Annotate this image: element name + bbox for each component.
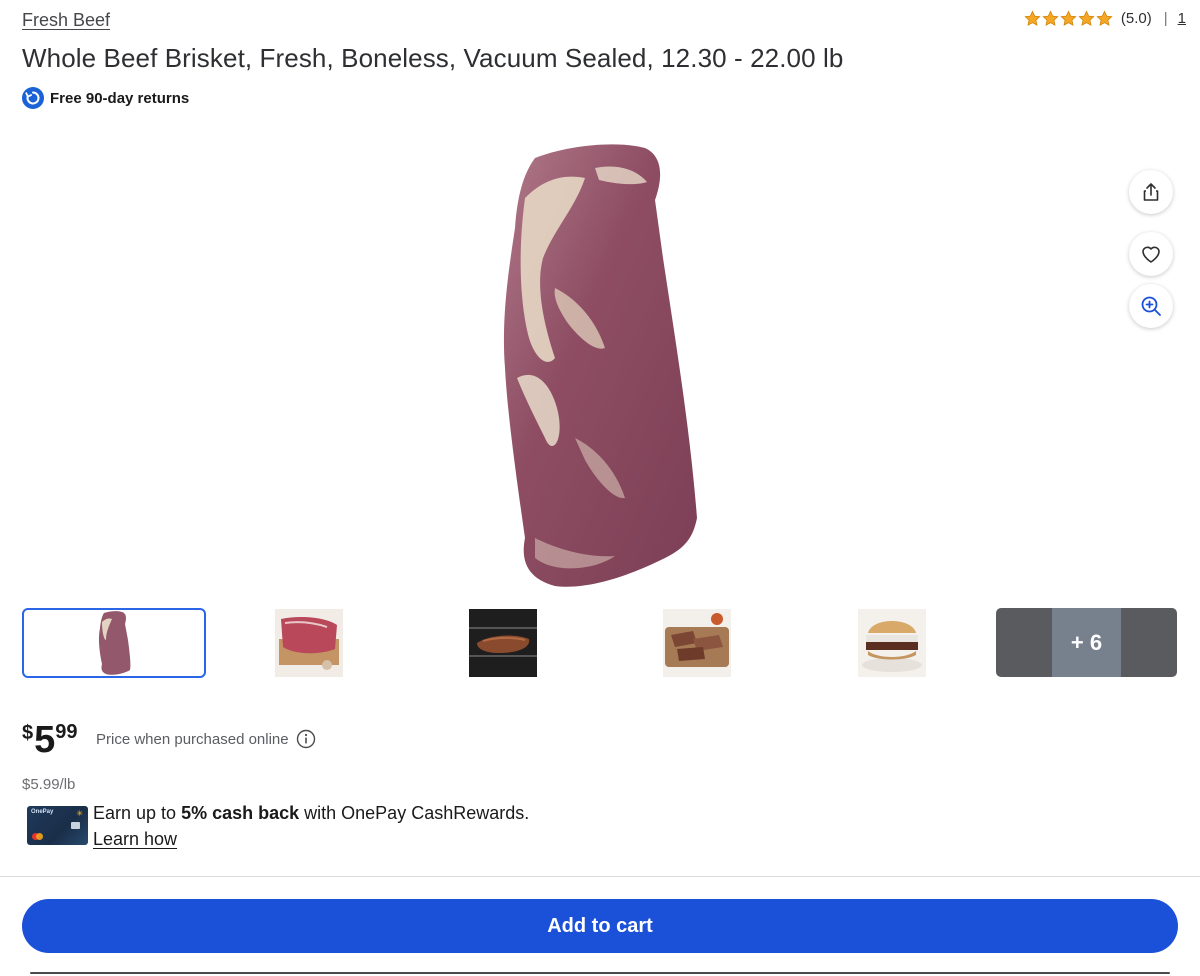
cashback-offer: Earn up to 5% cash back with OnePay Cash… bbox=[93, 803, 529, 824]
free-returns-badge: Free 90-day returns bbox=[22, 87, 189, 109]
spark-icon: ✳ bbox=[76, 809, 83, 818]
star-icon bbox=[1024, 10, 1041, 26]
breadcrumb-fresh-beef[interactable]: Fresh Beef bbox=[22, 10, 110, 31]
zoom-button[interactable] bbox=[1129, 284, 1173, 328]
thumbnail-5[interactable] bbox=[858, 608, 926, 678]
review-count-link[interactable]: 1 bbox=[1178, 10, 1186, 27]
mastercard-circle-orange bbox=[36, 833, 43, 840]
product-main-image[interactable] bbox=[495, 138, 705, 594]
price-note-text: Price when purchased online bbox=[96, 730, 289, 748]
cashback-prefix: Earn up to bbox=[93, 803, 182, 823]
rating-separator: | bbox=[1163, 10, 1168, 27]
share-button[interactable] bbox=[1129, 170, 1173, 214]
price-cents: 99 bbox=[55, 721, 78, 743]
thumbnail-image bbox=[275, 609, 343, 677]
returns-icon bbox=[22, 87, 44, 109]
price: $ 5 99 bbox=[22, 718, 78, 762]
star-rating bbox=[1024, 10, 1113, 27]
divider bbox=[0, 876, 1200, 877]
thumbnail-image bbox=[858, 609, 926, 677]
star-icon bbox=[1078, 10, 1095, 26]
zoom-in-icon bbox=[1141, 296, 1161, 316]
brisket-image bbox=[503, 144, 697, 587]
thumbnail-4[interactable] bbox=[663, 608, 731, 678]
thumbnail-1[interactable] bbox=[22, 608, 206, 678]
cashback-highlight: 5% cash back bbox=[181, 803, 300, 823]
star-icon bbox=[1060, 10, 1077, 26]
price-note: Price when purchased online bbox=[96, 729, 316, 749]
info-icon[interactable] bbox=[296, 729, 316, 749]
share-icon bbox=[1143, 183, 1159, 201]
rating-summary[interactable]: (5.0) | 1 bbox=[1024, 10, 1186, 27]
card-chip bbox=[71, 822, 80, 829]
bottom-edge bbox=[30, 972, 1170, 974]
card-brand: OnePay bbox=[31, 809, 54, 815]
thumbnail-image bbox=[98, 611, 131, 675]
product-title: Whole Beef Brisket, Fresh, Boneless, Vac… bbox=[22, 43, 844, 73]
star-icon bbox=[1042, 10, 1059, 26]
returns-label: Free 90-day returns bbox=[50, 89, 190, 107]
onepay-card-image: OnePay ✳ bbox=[27, 806, 88, 845]
unit-price: $5.99/lb bbox=[22, 776, 76, 793]
thumbnail-image bbox=[469, 609, 537, 677]
price-dollars: 5 bbox=[34, 719, 56, 761]
thumbnail-image bbox=[663, 609, 731, 677]
learn-how-link[interactable]: Learn how bbox=[93, 829, 177, 850]
star-icon bbox=[1096, 10, 1113, 26]
cashback-suffix: with OnePay CashRewards. bbox=[299, 803, 530, 823]
favorite-button[interactable] bbox=[1129, 232, 1173, 276]
more-images-button[interactable]: + 6 bbox=[996, 608, 1177, 677]
rating-value: (5.0) bbox=[1120, 10, 1152, 27]
price-currency: $ bbox=[22, 722, 34, 744]
thumbnail-3[interactable] bbox=[469, 608, 537, 678]
thumbnail-2[interactable] bbox=[275, 608, 343, 678]
heart-icon bbox=[1142, 246, 1160, 263]
add-to-cart-button[interactable]: Add to cart bbox=[22, 899, 1178, 953]
more-images-label: + 6 bbox=[1070, 629, 1103, 655]
